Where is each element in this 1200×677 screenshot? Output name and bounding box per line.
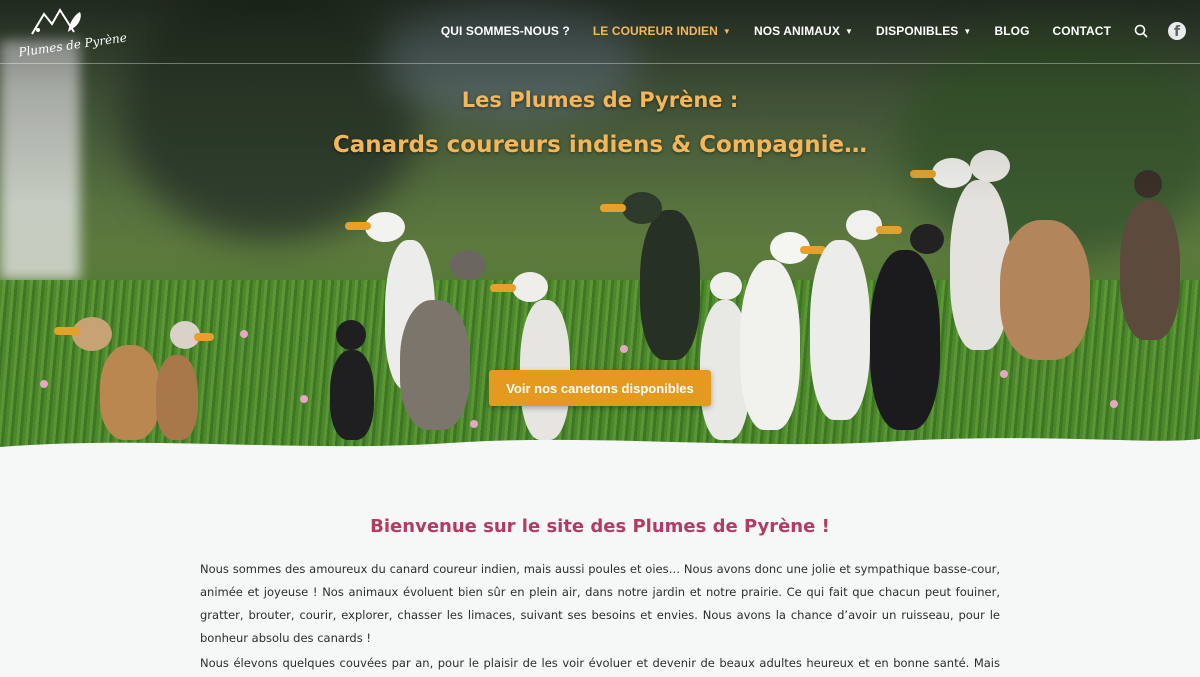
intro-paragraph: Nous sommes des amoureux du canard coure…: [200, 562, 1000, 645]
nav-item-blog[interactable]: BLOG: [994, 24, 1029, 38]
site-logo[interactable]: Plumes de Pyrène: [18, 6, 128, 60]
nav-label: NOS ANIMAUX: [753, 24, 840, 38]
nav-item-coureur-indien[interactable]: LE COUREUR INDIEN ▼: [593, 24, 731, 38]
chevron-down-icon: ▼: [844, 26, 853, 36]
nav-label: QUI SOMMES-NOUS ?: [440, 24, 570, 38]
site-header: Plumes de Pyrène QUI SOMMES-NOUS ? LE CO…: [0, 0, 1200, 64]
nav-label: BLOG: [994, 24, 1030, 38]
hero-title: Les Plumes de Pyrène :: [461, 88, 739, 112]
welcome-heading: Bienvenue sur le site des Plumes de Pyrè…: [370, 516, 830, 537]
nav-label: CONTACT: [1052, 24, 1111, 38]
hero-subtitle: Canards coureurs indiens & Compagnie…: [332, 132, 868, 158]
chevron-down-icon: ▼: [963, 26, 972, 36]
chevron-down-icon: ▼: [722, 26, 731, 36]
search-icon[interactable]: [1134, 24, 1148, 38]
nav-item-qui-sommes-nous[interactable]: QUI SOMMES-NOUS ?: [441, 24, 570, 38]
facebook-icon[interactable]: f: [1168, 22, 1186, 40]
nav-label: DISPONIBLES: [875, 24, 959, 38]
hero-wave-divider: [0, 438, 1200, 465]
breeding-paragraph: Nous élevons quelques couvées par an, po…: [200, 656, 1000, 670]
hero-banner: Plumes de Pyrène QUI SOMMES-NOUS ? LE CO…: [0, 0, 1200, 455]
nav-item-disponibles[interactable]: DISPONIBLES ▼: [876, 24, 971, 38]
nav-item-nos-animaux[interactable]: NOS ANIMAUX ▼: [754, 24, 853, 38]
logo-mountains-icon: [31, 8, 81, 35]
nav-label: LE COUREUR INDIEN: [592, 24, 718, 38]
available-ducklings-button[interactable]: Voir nos canetons disponibles: [489, 370, 711, 406]
main-nav: QUI SOMMES-NOUS ? LE COUREUR INDIEN ▼ NO…: [441, 0, 1200, 62]
nav-item-contact[interactable]: CONTACT: [1053, 24, 1111, 38]
